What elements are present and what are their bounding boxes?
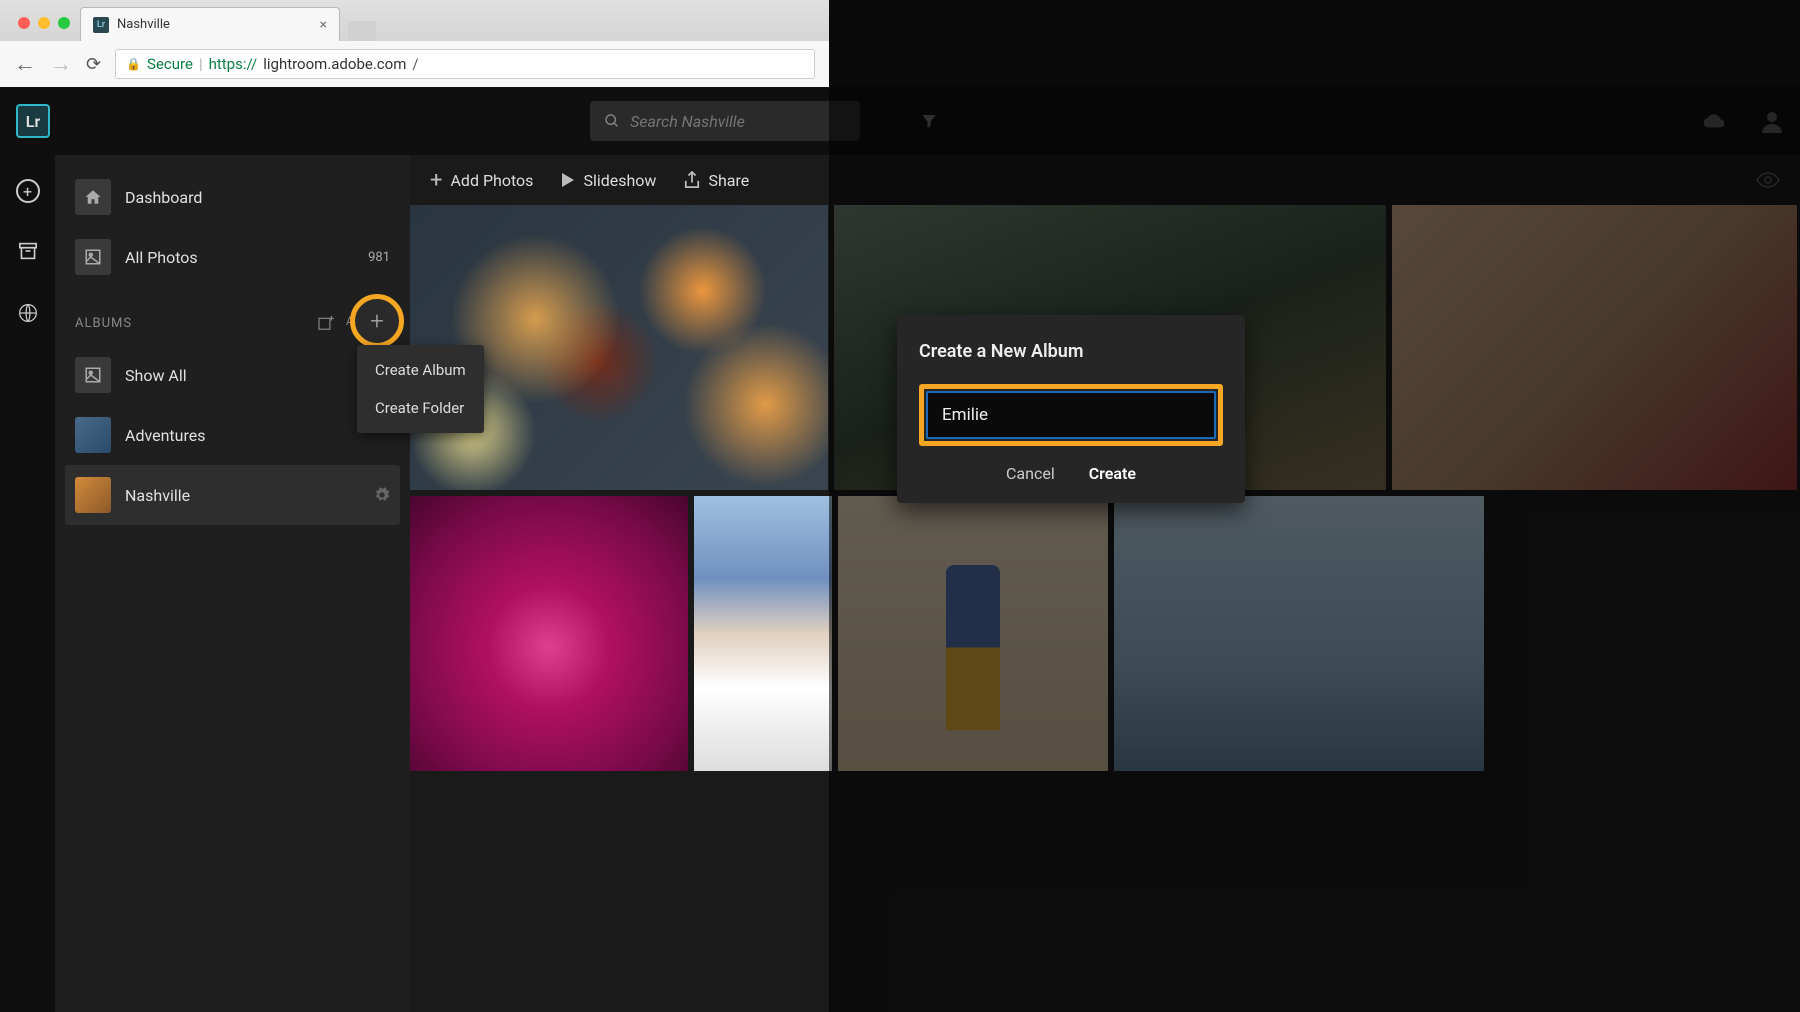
visibility-icon[interactable] [1756,172,1780,188]
left-rail: + [0,155,55,1012]
favicon-icon: Lr [93,17,109,33]
close-window-button[interactable] [18,17,30,29]
photo-icon [75,239,111,275]
album-thumbnail [75,417,111,453]
dim-overlay-top [829,0,1800,87]
sidebar-album-nashville[interactable]: Nashville [65,465,400,525]
url-field[interactable]: 🔒 Secure | https:// lightroom.adobe.com / [115,49,815,79]
sidebar-show-all-label: Show All [125,366,187,385]
plus-icon: + [430,168,442,193]
add-photos-button[interactable]: + Add Photos [430,168,533,193]
browser-tab[interactable]: Lr Nashville × [80,7,340,41]
url-protocol: https:// [209,55,258,73]
create-folder-menu-item[interactable]: Create Folder [357,389,484,427]
new-tab-button[interactable] [348,21,376,41]
share-label: Share [708,171,749,190]
globe-icon[interactable] [14,299,42,327]
photo-thumbnail[interactable] [1392,205,1797,490]
url-path: / [412,55,418,73]
tab-title: Nashville [117,17,312,32]
modal-actions: Cancel Create [919,464,1223,483]
add-album-highlight[interactable]: + [350,294,404,348]
filter-icon[interactable] [920,112,938,130]
url-domain: lightroom.adobe.com [263,55,406,73]
photo-thumbnail[interactable] [838,496,1108,771]
lightroom-logo[interactable]: Lr [16,104,50,138]
album-name-input[interactable] [926,391,1216,439]
secure-label: Secure [147,55,193,73]
archive-icon[interactable] [14,237,42,265]
maximize-window-button[interactable] [58,17,70,29]
window-controls [10,17,80,41]
sidebar-dashboard[interactable]: Dashboard [65,167,400,227]
create-album-menu-item[interactable]: Create Album [357,351,484,389]
sidebar-album-label: Nashville [125,486,190,505]
album-name-input-highlight [919,384,1223,446]
gear-icon[interactable] [374,487,390,503]
sidebar-album-label: Adventures [125,426,206,445]
add-photos-label: Add Photos [450,171,533,190]
share-button[interactable]: Share [684,171,749,190]
modal-title: Create a New Album [919,341,1223,362]
user-avatar-icon[interactable] [1760,109,1784,133]
browser-chrome: Lr Nashville × ← → ⟳ 🔒 Secure | https://… [0,0,829,88]
albums-label: ALBUMS [75,316,132,331]
plus-icon: + [370,307,384,335]
forward-button[interactable]: → [50,51,72,77]
tab-close-icon[interactable]: × [320,17,327,33]
content-toolbar: + Add Photos Slideshow Share [410,155,1800,205]
create-button[interactable]: Create [1089,464,1136,483]
back-button[interactable]: ← [14,51,36,77]
photo-thumbnail[interactable] [1114,496,1484,771]
url-separator: | [199,55,203,73]
create-album-modal: Create a New Album Cancel Create [897,315,1245,503]
photo-thumbnail[interactable] [694,496,832,771]
album-thumbnail [75,477,111,513]
slideshow-button[interactable]: Slideshow [561,171,656,190]
cloud-sync-icon[interactable] [1700,112,1726,130]
slideshow-label: Slideshow [583,171,656,190]
address-bar: ← → ⟳ 🔒 Secure | https:// lightroom.adobe… [0,41,829,87]
lightroom-app: Lr + [0,87,1800,1012]
all-photos-count: 981 [368,250,390,265]
search-box[interactable] [590,101,860,141]
create-menu: Create Album Create Folder [357,345,484,433]
tab-bar: Lr Nashville × [0,0,829,41]
app-header: Lr [0,87,1800,155]
sidebar-all-photos[interactable]: All Photos 981 [65,227,400,287]
photo-thumbnail[interactable] [410,496,688,771]
share-icon [684,171,700,189]
reload-button[interactable]: ⟳ [86,54,101,75]
sidebar-all-photos-label: All Photos [125,248,198,267]
add-button[interactable]: + [16,179,40,203]
new-album-small-icon[interactable] [318,316,334,330]
search-icon [604,112,620,130]
cancel-button[interactable]: Cancel [1006,464,1055,483]
lock-icon: 🔒 [126,57,141,71]
home-icon [75,179,111,215]
sidebar-show-all[interactable]: Show All [65,345,400,405]
sidebar: Dashboard All Photos 981 ALBUMS AZ + [55,155,410,1012]
minimize-window-button[interactable] [38,17,50,29]
sidebar-dashboard-label: Dashboard [125,188,202,207]
photo-icon [75,357,111,393]
content-area: + Add Photos Slideshow Share [410,155,1800,1012]
play-icon [561,173,575,187]
sidebar-album-adventures[interactable]: Adventures [65,405,400,465]
search-input[interactable] [630,112,846,131]
